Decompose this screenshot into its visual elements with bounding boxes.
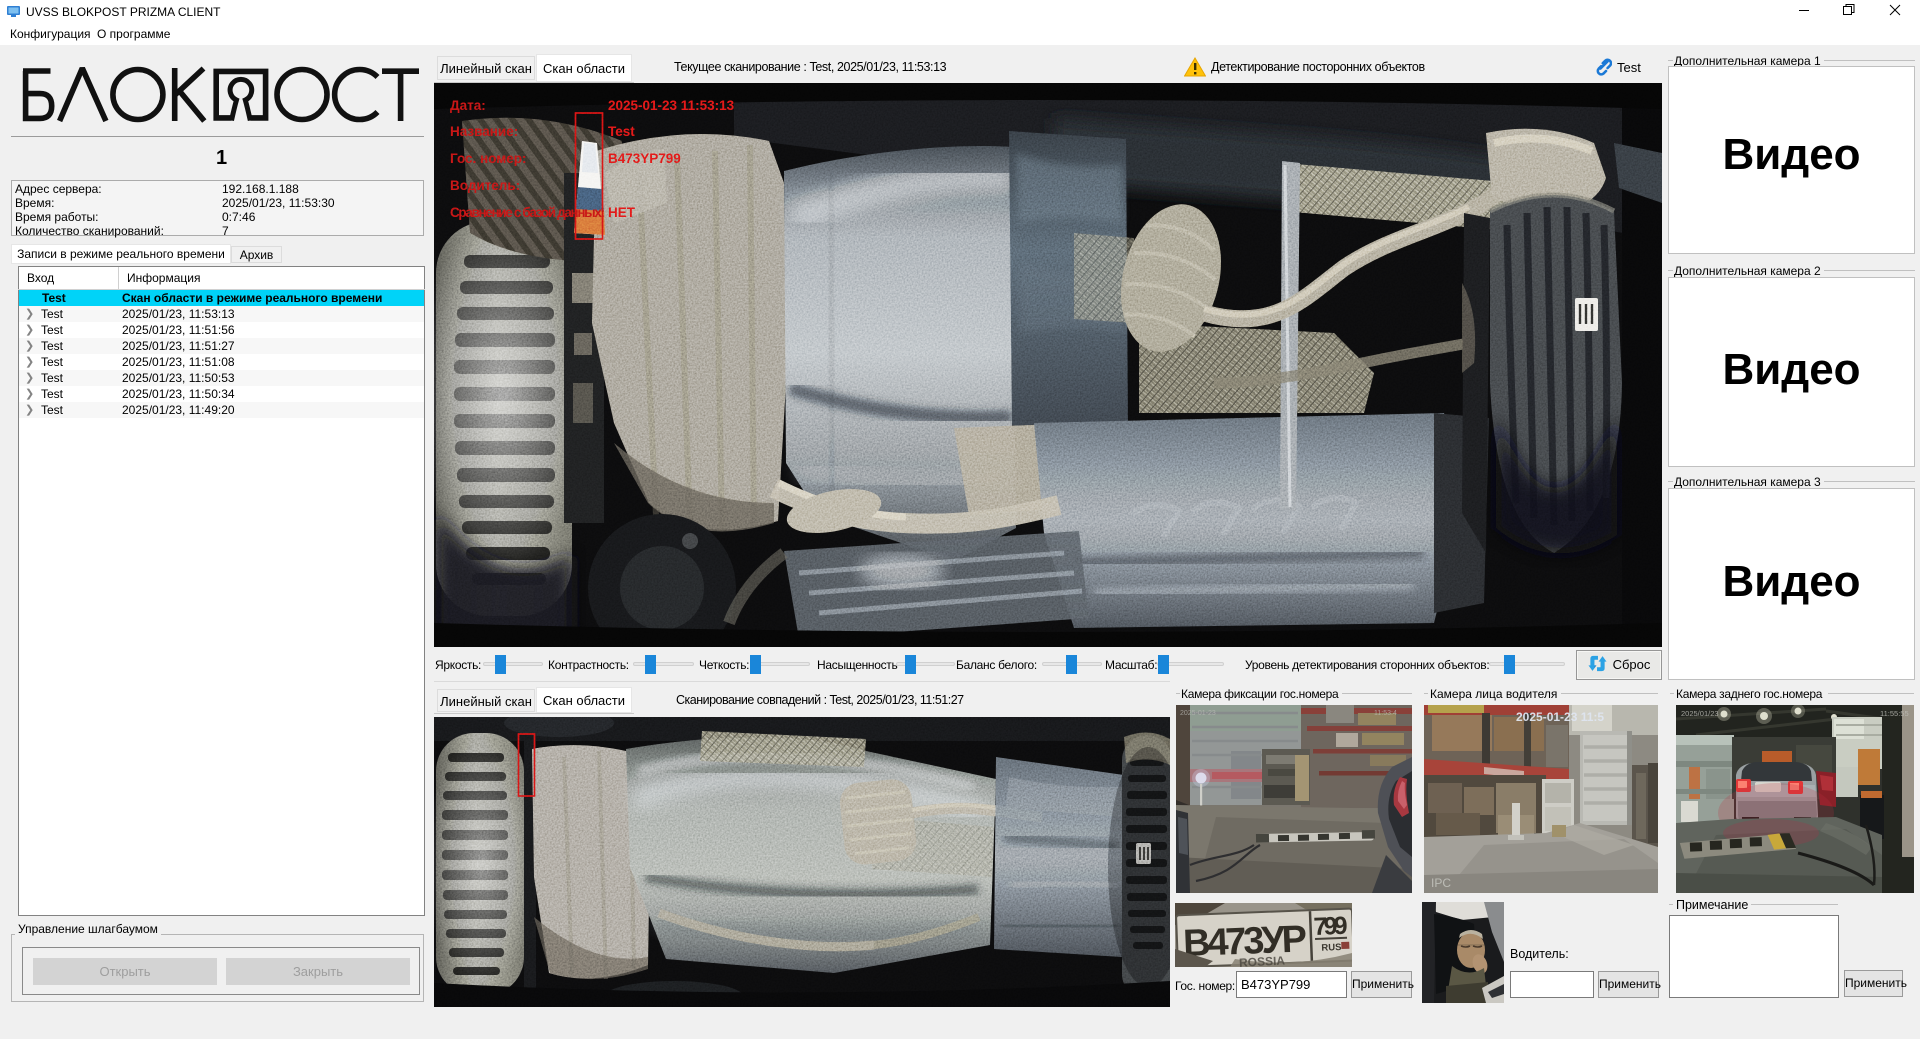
svg-text:IPC: IPC xyxy=(1431,876,1451,890)
svg-text:2025-01-23 11:5: 2025-01-23 11:5 xyxy=(1516,710,1604,724)
svg-text:11:53:4: 11:53:4 xyxy=(1374,710,1397,717)
svg-text:2025-01-23: 2025-01-23 xyxy=(1180,710,1216,717)
svg-text:2025/01/23: 2025/01/23 xyxy=(1681,709,1719,718)
svg-text:ROSSIA: ROSSIA xyxy=(1239,953,1286,967)
svg-text:RUS: RUS xyxy=(1321,942,1341,954)
svg-text:11:55:55: 11:55:55 xyxy=(1880,709,1909,718)
svg-text:799: 799 xyxy=(1313,912,1348,941)
